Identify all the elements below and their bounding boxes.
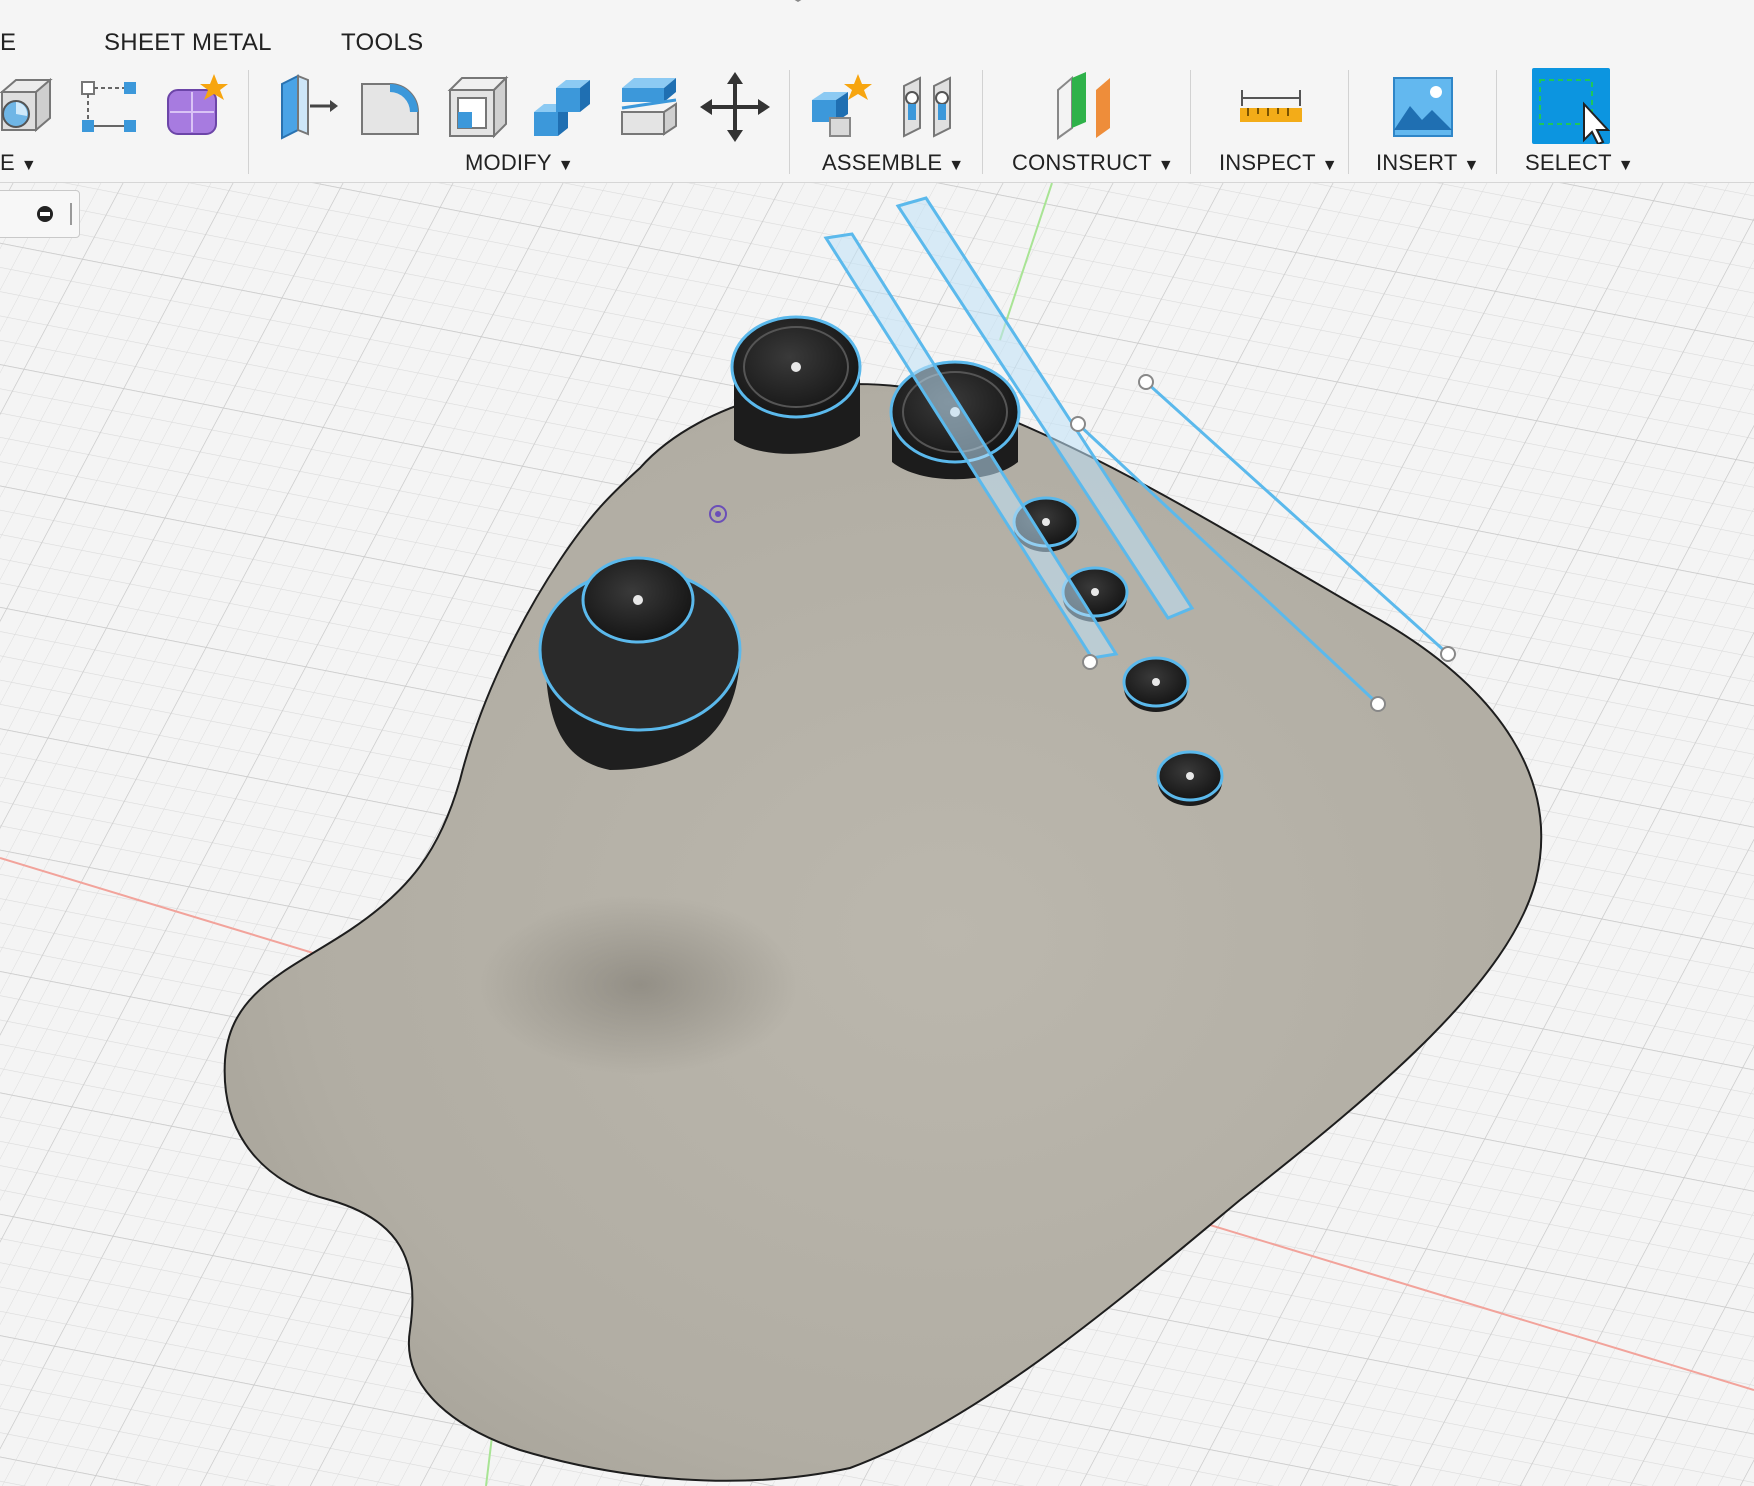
group-inspect-dropdown[interactable]: INSPECT ▼ — [1219, 150, 1338, 176]
toolbar-separator — [1496, 70, 1497, 174]
palm-recess — [480, 895, 800, 1075]
sketch-endpoint[interactable] — [1082, 654, 1098, 670]
create-form-icon[interactable] — [162, 72, 232, 142]
toolbar-separator — [982, 70, 983, 174]
toolbar-separator — [1190, 70, 1191, 174]
offset-plane-icon[interactable] — [1052, 72, 1122, 142]
tab-create-partial[interactable]: E — [0, 29, 16, 57]
toolbar: E SHEET METAL TOOLS E ▼ MODIFY ▼ ASSEMBL… — [0, 0, 1754, 183]
group-assemble-dropdown[interactable]: ASSEMBLE ▼ — [822, 150, 964, 176]
toolbar-separator — [789, 70, 790, 174]
chevron-down-icon: ▼ — [20, 157, 37, 174]
group-insert-dropdown[interactable]: INSERT ▼ — [1376, 150, 1480, 176]
sketch-point-center — [715, 511, 721, 517]
knob-center-point — [791, 362, 801, 372]
group-select-dropdown[interactable]: SELECT ▼ — [1525, 150, 1634, 176]
joint-icon[interactable] — [894, 72, 964, 142]
box-sketch-icon[interactable] — [0, 72, 62, 142]
group-create-dropdown[interactable]: E ▼ — [0, 150, 37, 176]
chevron-down-icon: ▼ — [1617, 157, 1634, 174]
sketch-dimension-icon[interactable] — [74, 72, 144, 142]
measure-icon[interactable] — [1236, 72, 1306, 142]
chevron-down-icon: ▼ — [1321, 157, 1338, 174]
select-tool-button[interactable] — [1532, 68, 1611, 146]
sketch-endpoint[interactable] — [1440, 646, 1456, 662]
chevron-down-icon: ▼ — [948, 157, 965, 174]
sketch-endpoint[interactable] — [1370, 696, 1386, 712]
small-button-4[interactable] — [1156, 750, 1224, 806]
sketch-endpoint[interactable] — [1070, 416, 1086, 432]
knob-center-point — [633, 595, 643, 605]
new-component-icon[interactable] — [806, 72, 876, 142]
chevron-down-icon: ▼ — [1463, 157, 1480, 174]
shell-icon[interactable] — [442, 72, 512, 142]
tab-sheet-metal[interactable]: SHEET METAL — [104, 29, 272, 57]
canvas-scene[interactable] — [0, 183, 1754, 1486]
offset-face-icon[interactable] — [614, 72, 684, 142]
combine-icon[interactable] — [528, 72, 598, 142]
collapse-icon — [37, 203, 72, 225]
browser-panel-stub[interactable] — [0, 190, 80, 238]
move-icon[interactable] — [700, 72, 770, 142]
toolbar-separator — [248, 70, 249, 174]
group-modify-dropdown[interactable]: MODIFY ▼ — [465, 150, 574, 176]
insert-canvas-icon[interactable] — [1388, 72, 1458, 142]
app-logo-icon — [794, 0, 802, 2]
chevron-down-icon: ▼ — [1157, 157, 1174, 174]
press-pull-icon[interactable] — [272, 72, 342, 142]
toolbar-separator — [1348, 70, 1349, 174]
group-construct-dropdown[interactable]: CONSTRUCT ▼ — [1012, 150, 1174, 176]
tab-tools[interactable]: TOOLS — [341, 29, 423, 57]
chevron-down-icon: ▼ — [557, 157, 574, 174]
small-button-3[interactable] — [1122, 656, 1190, 712]
3d-viewport[interactable] — [0, 183, 1754, 1486]
fillet-icon[interactable] — [356, 72, 426, 142]
select-window-icon — [1539, 79, 1611, 146]
sketch-endpoint[interactable] — [1138, 374, 1154, 390]
